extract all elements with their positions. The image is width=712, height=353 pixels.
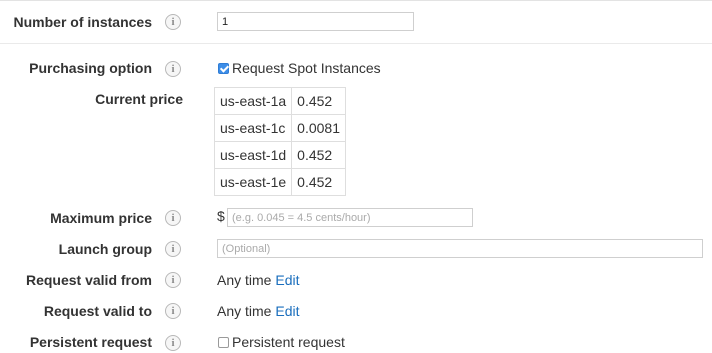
currency-symbol: $ [217,208,225,224]
section-divider [0,43,712,44]
request-spot-label: Request Spot Instances [232,60,381,76]
top-divider [0,0,712,1]
table-row: us-east-1a 0.452 [213,87,346,115]
table-row: us-east-1e 0.452 [213,168,346,196]
table-row: us-east-1c 0.0081 [213,114,346,142]
valid-to-edit-link[interactable]: Edit [275,303,299,319]
persistent-request-checkbox[interactable] [218,337,229,348]
instances-label: Number of instances [13,14,152,30]
zone-cell: us-east-1a [213,87,293,115]
launch-group-label: Launch group [58,241,152,257]
zone-cell: us-east-1e [213,168,293,196]
request-valid-to-label: Request valid to [43,303,152,319]
price-cell: 0.452 [291,168,346,196]
valid-from-value-row: Any time Edit [217,272,299,288]
info-icon[interactable]: i [165,61,181,77]
persistent-request-checkbox-label: Persistent request [232,334,345,350]
valid-from-value: Any time [217,272,272,288]
request-valid-from-label: Request valid from [25,272,152,288]
table-row: us-east-1d 0.452 [213,141,346,169]
price-cell: 0.452 [291,87,346,115]
valid-to-value: Any time [217,303,272,319]
info-icon[interactable]: i [165,303,181,319]
info-icon[interactable]: i [165,335,181,351]
info-icon[interactable]: i [165,14,181,30]
instances-input[interactable] [217,12,414,31]
zone-cell: us-east-1c [213,114,293,142]
persistent-request-label: Persistent request [29,334,152,350]
price-cell: 0.0081 [291,114,346,142]
maximum-price-input[interactable] [227,208,473,227]
launch-group-input[interactable] [217,239,703,258]
valid-from-edit-link[interactable]: Edit [275,272,299,288]
current-price-label: Current price [95,91,183,107]
zone-cell: us-east-1d [213,141,293,169]
info-icon[interactable]: i [165,272,181,288]
current-price-table: us-east-1a 0.452 us-east-1c 0.0081 us-ea… [213,87,346,196]
valid-to-value-row: Any time Edit [217,303,299,319]
request-spot-checkbox[interactable] [218,63,229,74]
info-icon[interactable]: i [165,210,181,226]
persistent-request-option[interactable]: Persistent request [218,334,345,350]
purchasing-option-label: Purchasing option [29,60,152,76]
info-icon[interactable]: i [165,241,181,257]
maximum-price-label: Maximum price [50,210,152,226]
price-cell: 0.452 [291,141,346,169]
request-spot-option[interactable]: Request Spot Instances [218,60,381,76]
